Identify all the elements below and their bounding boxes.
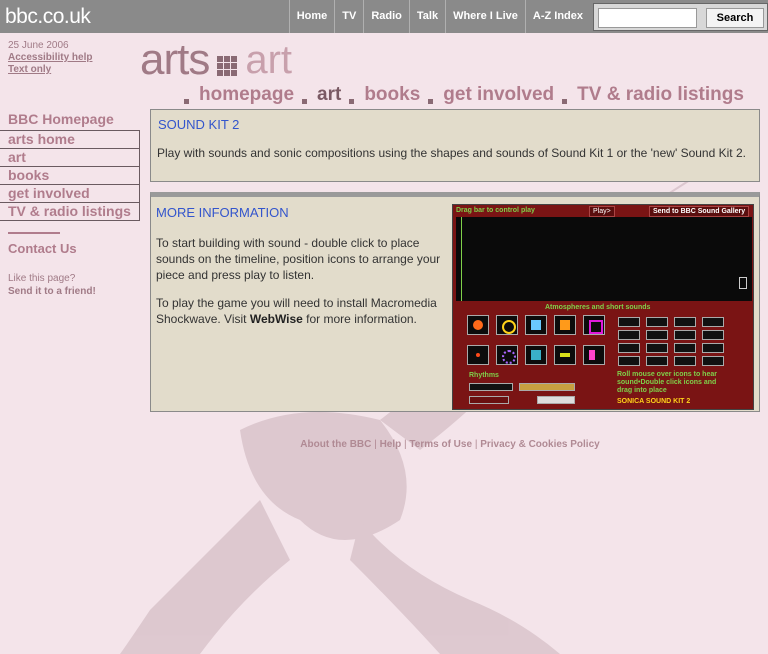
play-button: Play> (589, 206, 615, 217)
nav-where-i-live[interactable]: Where I Live (445, 0, 525, 33)
bbc-homepage-link[interactable]: BBC Homepage (8, 111, 114, 127)
bullet-icon (349, 99, 355, 104)
text-only-link[interactable]: Text only (8, 64, 51, 75)
sound-icons-grid (467, 315, 605, 365)
bullet-icon (184, 99, 189, 104)
top-bar: bbc.co.uk Home TV Radio Talk Where I Liv… (0, 0, 768, 33)
sound-icon (525, 345, 547, 365)
grid-icon (217, 56, 238, 76)
trash-icon (739, 277, 747, 289)
sound-kit-panel: SOUND KIT 2 Play with sounds and sonic c… (150, 109, 760, 182)
search-button[interactable]: Search (706, 8, 764, 28)
rhythm-bar (519, 383, 575, 391)
sound-kit-title: SOUND KIT 2 (158, 117, 240, 132)
more-info-shockwave: To play the game you will need to instal… (156, 296, 437, 326)
menu-item-arts-home[interactable]: arts home (0, 131, 140, 149)
global-nav: Home TV Radio Talk Where I Live A-Z Inde… (288, 0, 590, 33)
divider (8, 232, 60, 234)
sound-icon (554, 345, 576, 365)
brand-arts: arts (140, 35, 210, 84)
drag-bar-label: Drag bar to control play (456, 207, 535, 214)
playhead (461, 217, 462, 301)
bullet-icon (428, 99, 434, 104)
menu-item-get-involved[interactable]: get involved (0, 185, 140, 203)
more-info-title: MORE INFORMATION (156, 205, 289, 220)
sitenav-get-involved[interactable]: get involved (443, 85, 554, 105)
sound-kit-game-screenshot[interactable]: Drag bar to control play Play> Send to B… (452, 204, 754, 410)
site-nav: homepage art books get involved TV & rad… (184, 85, 752, 105)
contact-us-link[interactable]: Contact Us (8, 241, 77, 256)
sitenav-books[interactable]: books (364, 85, 420, 105)
sound-icon (467, 315, 489, 335)
bbc-logo[interactable]: bbc.co.uk (5, 5, 91, 29)
rhythm-bar (537, 396, 575, 404)
bullet-icon (302, 99, 308, 104)
menu-item-books[interactable]: books (0, 167, 140, 185)
nav-a-z-index[interactable]: A-Z Index (524, 0, 590, 33)
nav-home[interactable]: Home (288, 0, 335, 33)
more-info-panel: MORE INFORMATION To start building with … (150, 192, 760, 412)
atmospheres-label: Atmospheres and short sounds (545, 304, 651, 311)
date-text: 25 June 2006 (8, 40, 69, 51)
sound-icon (554, 315, 576, 335)
sound-icon (467, 345, 489, 365)
footer-terms-link[interactable]: Terms of Use (409, 439, 472, 450)
footer-privacy-link[interactable]: Privacy & Cookies Policy (480, 439, 600, 450)
more-info-instructions: To start building with sound - double cl… (156, 236, 441, 282)
sitenav-art[interactable]: art (317, 85, 341, 105)
rhythms-label: Rhythms (469, 372, 499, 379)
accessibility-link[interactable]: Accessibility help (8, 52, 92, 63)
section-menu: arts home art books get involved TV & ra… (0, 130, 140, 221)
sound-icon (496, 315, 518, 335)
like-text: Like this page? (8, 273, 76, 284)
roll-instructions: Roll mouse over icons to hear sound•Doub… (617, 371, 717, 394)
short-sound-icons (618, 317, 724, 366)
send-to-friend-link[interactable]: Send it to a friend! (8, 286, 96, 297)
sound-icon (583, 345, 605, 365)
bullet-icon (562, 99, 568, 104)
sitenav-tv-radio-listings[interactable]: TV & radio listings (577, 85, 744, 105)
sitenav-homepage[interactable]: homepage (199, 85, 294, 105)
footer-about-link[interactable]: About the BBC (300, 439, 371, 450)
menu-item-tv-radio-listings[interactable]: TV & radio listings (0, 203, 140, 221)
footer-help-link[interactable]: Help (380, 439, 402, 450)
nav-tv[interactable]: TV (334, 0, 363, 33)
rhythm-bar (469, 396, 509, 404)
sound-icon (496, 345, 518, 365)
brand-art: art (245, 38, 293, 82)
sonica-title: SONICA SOUND KIT 2 (617, 398, 691, 405)
sound-icon (525, 315, 547, 335)
webwise-link[interactable]: WebWise (250, 312, 303, 326)
arts-art-brand: arts art (140, 35, 293, 84)
send-to-gallery-button: Send to BBC Sound Gallery (649, 206, 750, 217)
timeline-stage (456, 217, 752, 301)
menu-item-art[interactable]: art (0, 149, 140, 167)
rhythm-bar (469, 383, 513, 391)
sound-kit-body: Play with sounds and sonic compositions … (157, 146, 746, 160)
sound-icon (583, 315, 605, 335)
nav-radio[interactable]: Radio (363, 0, 409, 33)
search-area: Search (593, 3, 768, 31)
search-input[interactable] (598, 8, 697, 28)
footer: About the BBC | Help | Terms of Use | Pr… (300, 439, 600, 450)
nav-talk[interactable]: Talk (408, 0, 445, 33)
